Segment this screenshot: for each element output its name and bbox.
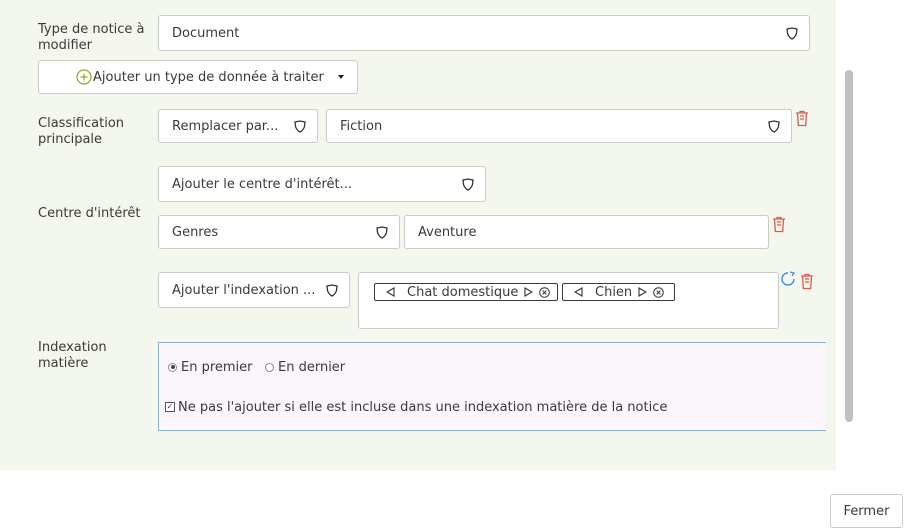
tag-label: Chat domestique	[407, 284, 519, 300]
classification-value: Fiction	[340, 118, 383, 134]
delete-classification-icon[interactable]	[794, 109, 810, 127]
indexation-options-box	[158, 342, 826, 431]
radio-button[interactable]	[265, 362, 274, 372]
radio-en-dernier-label: En dernier	[278, 359, 346, 375]
caret-down-icon	[338, 75, 344, 79]
add-circle-icon	[76, 69, 92, 85]
classification-action-select[interactable]: Remplacer par...	[158, 109, 318, 143]
delete-genres-icon[interactable]	[771, 215, 787, 233]
shield-icon	[373, 223, 391, 241]
radio-en-dernier[interactable]: En dernier	[265, 359, 345, 375]
scrollbar-thumb[interactable]	[845, 70, 853, 422]
move-right-icon[interactable]	[524, 287, 534, 297]
classification-label: Classification principale	[38, 116, 125, 147]
genres-select[interactable]: Genres	[158, 215, 400, 249]
classification-action-value: Remplacer par...	[172, 118, 279, 134]
add-centre-interet-label: Ajouter le centre d'intérêt...	[172, 176, 353, 192]
add-indexation-select[interactable]: Ajouter l'indexation ...	[158, 272, 350, 308]
radio-en-premier[interactable]: En premier	[168, 359, 253, 375]
classification-value-select[interactable]: Fiction	[326, 109, 792, 143]
exclude-duplicate-label: Ne pas l'ajouter si elle est incluse dan…	[178, 399, 668, 415]
tag-chip: Chat domestique	[374, 283, 558, 301]
move-right-icon[interactable]	[638, 287, 648, 297]
remove-tag-icon[interactable]	[653, 286, 664, 298]
shield-icon	[291, 117, 309, 135]
shield-icon	[765, 117, 783, 135]
shield-icon	[459, 175, 477, 193]
add-indexation-label: Ajouter l'indexation ...	[172, 282, 316, 298]
add-data-type-button[interactable]: Ajouter un type de donnée à traiter	[38, 60, 358, 94]
add-data-type-label: Ajouter un type de donnée à traiter	[93, 69, 324, 85]
exclude-duplicate-checkbox[interactable]: ✓ Ne pas l'ajouter si elle est incluse d…	[165, 399, 667, 415]
tag-chip: Chien	[562, 283, 675, 301]
type-notice-select[interactable]: Document	[158, 15, 810, 51]
tag-label: Chien	[595, 284, 633, 300]
shield-icon	[783, 24, 801, 42]
close-button[interactable]: Fermer	[830, 494, 903, 528]
remove-tag-icon[interactable]	[539, 286, 551, 298]
indexation-label: Indexation matière	[38, 340, 107, 371]
shield-icon	[323, 281, 341, 299]
move-left-icon[interactable]	[574, 287, 583, 297]
checkbox[interactable]: ✓	[165, 402, 175, 412]
genres-value-field[interactable]: Aventure	[404, 215, 769, 249]
delete-indexation-icon[interactable]	[799, 272, 815, 290]
add-centre-interet-select[interactable]: Ajouter le centre d'intérêt...	[158, 166, 486, 202]
radio-button[interactable]	[168, 362, 177, 372]
radio-en-premier-label: En premier	[181, 359, 253, 375]
refresh-icon[interactable]	[779, 270, 797, 288]
type-notice-value: Document	[172, 25, 240, 41]
move-left-icon[interactable]	[386, 287, 395, 297]
genres-value: Aventure	[418, 224, 477, 240]
centre-interet-label: Centre d'intérêt	[38, 206, 141, 221]
genres-label: Genres	[172, 224, 219, 240]
type-notice-label: Type de notice à modifier	[38, 22, 145, 53]
